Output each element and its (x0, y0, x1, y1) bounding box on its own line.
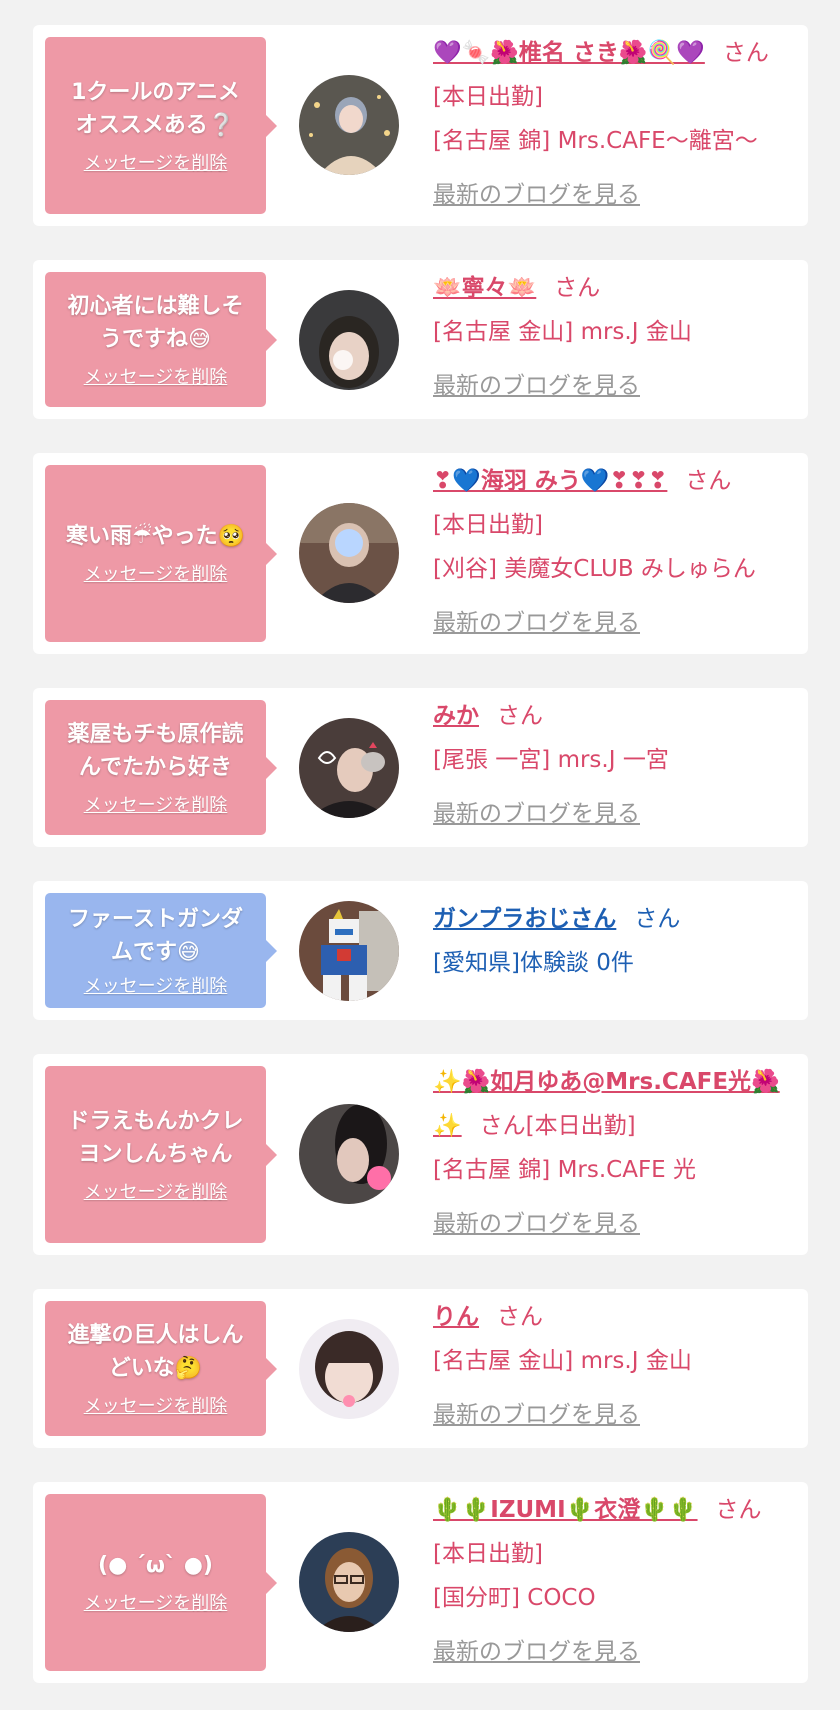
delete-message-link[interactable]: メッセージを削除 (84, 366, 228, 390)
honorific-text: さん (685, 468, 732, 494)
profile-info: ✨🌺如月ゆあ@Mrs.CAFE光🌺✨ さん[本日出勤] [名古屋 錦] Mrs.C… (433, 1060, 792, 1246)
honorific-text: さん (497, 1304, 543, 1330)
profile-info: みか さん [尾張 一宮] mrs.J 一宮 最新のブログを見る (433, 694, 792, 836)
latest-blog-link[interactable]: 最新のブログを見る (433, 1202, 640, 1246)
delete-message-link[interactable]: メッセージを削除 (84, 563, 228, 587)
message-text: ファーストガンダムです😅 (68, 906, 243, 965)
profile-name-link[interactable]: 💜🍬🌺椎名 さき🌺🍭💜 (433, 40, 705, 66)
store-text: [尾張 一宮] mrs.J 一宮 (433, 747, 669, 773)
avatar[interactable] (299, 1532, 399, 1632)
message-bubble: 初心者には難しそうですね😅 メッセージを削除 (45, 272, 277, 407)
latest-blog-link[interactable]: 最新のブログを見る (433, 1630, 640, 1674)
latest-blog-link[interactable]: 最新のブログを見る (433, 792, 640, 836)
honorific-text: さん (497, 703, 543, 729)
profile-name-link[interactable]: ❣💙海羽 みう💙❣❣❣ (433, 468, 667, 494)
honorific-text: さん[本日出勤] (479, 1113, 636, 1139)
profile-name-link[interactable]: 🪷寧々🪷 (433, 275, 536, 301)
delete-message-link[interactable]: メッセージを削除 (84, 1395, 228, 1419)
message-card: 薬屋もチも原作読んでたから好き メッセージを削除 みか さん [尾張 一宮] mr… (33, 688, 808, 847)
message-card: (● ´ω` ●) メッセージを削除 🌵🌵IZUMI🌵衣澄🌵🌵 さん[本日出勤] … (33, 1482, 808, 1683)
message-text: 1クールのアニメオススメある❔ (71, 79, 240, 138)
avatar[interactable] (299, 901, 399, 1001)
honorific-text: さん (554, 275, 601, 301)
profile-info: 🪷寧々🪷 さん [名古屋 金山] mrs.J 金山 最新のブログを見る (433, 266, 792, 408)
delete-message-link[interactable]: メッセージを削除 (84, 1181, 228, 1205)
message-list: 1クールのアニメオススメある❔ メッセージを削除 💜🍬🌺椎名 さき🌺🍭💜 さん[本… (0, 0, 840, 1710)
status-text: [本日出勤] (433, 512, 543, 538)
profile-name-link[interactable]: ガンプラおじさん (433, 906, 616, 932)
store-text: [愛知県]体験談 0件 (433, 950, 634, 976)
message-bubble: 進撃の巨人はしんどいな🤔 メッセージを削除 (45, 1301, 277, 1436)
profile-info: 💜🍬🌺椎名 さき🌺🍭💜 さん[本日出勤] [名古屋 錦] Mrs.CAFE〜離宮〜… (433, 31, 792, 217)
message-text: ドラえもんかクレヨンしんちゃん (67, 1108, 244, 1167)
avatar[interactable] (299, 718, 399, 818)
message-text: (● ´ω` ●) (98, 1553, 213, 1578)
message-text: 進撃の巨人はしんどいな🤔 (67, 1322, 244, 1381)
message-text: 薬屋もチも原作読んでたから好き (67, 721, 244, 780)
profile-name-link[interactable]: みか (433, 703, 479, 729)
message-bubble: ドラえもんかクレヨンしんちゃん メッセージを削除 (45, 1066, 277, 1243)
profile-info: ❣💙海羽 みう💙❣❣❣ さん [本日出勤] [刈谷] 美魔女CLUB みしゅらん … (433, 459, 792, 645)
latest-blog-link[interactable]: 最新のブログを見る (433, 173, 640, 217)
store-text: [名古屋 金山] mrs.J 金山 (433, 1348, 692, 1374)
honorific-text: さん (634, 906, 681, 932)
avatar[interactable] (299, 75, 399, 175)
avatar[interactable] (299, 1104, 399, 1204)
message-card: 初心者には難しそうですね😅 メッセージを削除 🪷寧々🪷 さん [名古屋 金山] m… (33, 260, 808, 419)
avatar[interactable] (299, 290, 399, 390)
message-card: ファーストガンダムです😅 メッセージを削除 ガンプラおじさん さん [愛知県]体験… (33, 881, 808, 1020)
store-text: [名古屋 錦] Mrs.CAFE 光 (433, 1157, 697, 1183)
message-card: 進撃の巨人はしんどいな🤔 メッセージを削除 りん さん [名古屋 金山] mrs.… (33, 1289, 808, 1448)
store-text: [名古屋 錦] Mrs.CAFE〜離宮〜 (433, 128, 758, 154)
message-card: 1クールのアニメオススメある❔ メッセージを削除 💜🍬🌺椎名 さき🌺🍭💜 さん[本… (33, 25, 808, 226)
message-text: 寒い雨☔やった🥺 (65, 524, 246, 549)
delete-message-link[interactable]: メッセージを削除 (84, 975, 228, 999)
store-text: [国分町] COCO (433, 1585, 596, 1611)
delete-message-link[interactable]: メッセージを削除 (84, 1592, 228, 1616)
message-bubble: 寒い雨☔やった🥺 メッセージを削除 (45, 465, 277, 642)
avatar[interactable] (299, 503, 399, 603)
profile-name-link[interactable]: 🌵🌵IZUMI🌵衣澄🌵🌵 (433, 1497, 698, 1523)
message-bubble: 薬屋もチも原作読んでたから好き メッセージを削除 (45, 700, 277, 835)
latest-blog-link[interactable]: 最新のブログを見る (433, 1393, 640, 1437)
message-bubble: ファーストガンダムです😅 メッセージを削除 (45, 893, 277, 1008)
delete-message-link[interactable]: メッセージを削除 (84, 794, 228, 818)
latest-blog-link[interactable]: 最新のブログを見る (433, 364, 640, 408)
message-card: ドラえもんかクレヨンしんちゃん メッセージを削除 ✨🌺如月ゆあ@Mrs.CAFE… (33, 1054, 808, 1255)
avatar[interactable] (299, 1319, 399, 1419)
message-bubble: 1クールのアニメオススメある❔ メッセージを削除 (45, 37, 277, 214)
store-text: [名古屋 金山] mrs.J 金山 (433, 319, 692, 345)
profile-info: 🌵🌵IZUMI🌵衣澄🌵🌵 さん[本日出勤] [国分町] COCO 最新のブログを見… (433, 1488, 792, 1674)
message-text: 初心者には難しそうですね😅 (67, 293, 244, 352)
latest-blog-link[interactable]: 最新のブログを見る (433, 601, 640, 645)
profile-info: りん さん [名古屋 金山] mrs.J 金山 最新のブログを見る (433, 1295, 792, 1437)
profile-name-link[interactable]: りん (433, 1304, 479, 1330)
message-bubble: (● ´ω` ●) メッセージを削除 (45, 1494, 277, 1671)
profile-info: ガンプラおじさん さん [愛知県]体験談 0件 (433, 897, 792, 985)
delete-message-link[interactable]: メッセージを削除 (84, 152, 228, 176)
store-text: [刈谷] 美魔女CLUB みしゅらん (433, 556, 756, 582)
message-card: 寒い雨☔やった🥺 メッセージを削除 ❣💙海羽 みう💙❣❣❣ さん [本日出勤] [… (33, 453, 808, 654)
